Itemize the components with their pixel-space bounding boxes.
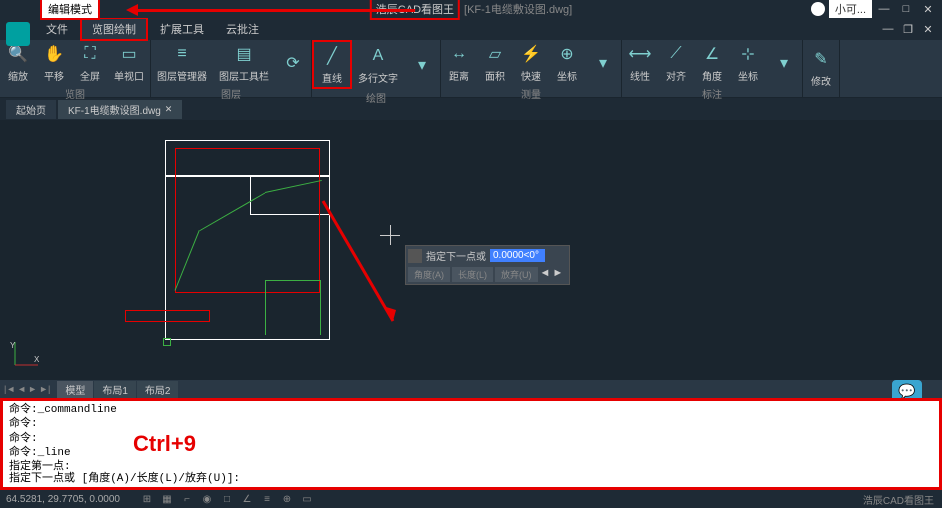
close-button[interactable]: ✕ (922, 3, 934, 16)
user-avatar-icon[interactable] (811, 2, 825, 16)
option-angle[interactable]: 角度(A) (408, 267, 450, 282)
doc-minimize-button[interactable]: — (882, 23, 894, 36)
doc-tab[interactable]: KF-1电缆敷设图.dwg ✕ (58, 100, 182, 119)
command-history-line: 命令:_commandline (9, 403, 933, 417)
ribbon-icon: ⟋ (664, 42, 688, 66)
ribbon-icon: ⟳ (281, 51, 305, 75)
layout-prev-icon[interactable]: ◄ (17, 384, 26, 394)
drawing-content (165, 140, 365, 350)
ribbon-more[interactable]: ▾ (766, 40, 802, 85)
shortcut-overlay: Ctrl+9 (133, 431, 196, 457)
polar-toggle-icon[interactable]: ◉ (200, 492, 214, 506)
ribbon-icon: ⊹ (736, 42, 760, 66)
ribbon-图层工具栏[interactable]: ▤图层工具栏 (213, 40, 275, 85)
ribbon-more[interactable]: ▾ (585, 40, 621, 85)
ribbon-icon: ▱ (483, 42, 507, 66)
prev-icon[interactable]: ◄ (540, 267, 551, 282)
model-toggle-icon[interactable]: ▭ (300, 492, 314, 506)
ribbon-快速[interactable]: ⚡快速 (513, 40, 549, 85)
ribbon-面积[interactable]: ▱面积 (477, 40, 513, 85)
ribbon-坐标[interactable]: ⊹坐标 (730, 40, 766, 85)
ribbon-平移[interactable]: ✋平移 (36, 40, 72, 85)
ribbon-icon: ↔ (447, 42, 471, 66)
ribbon-icon: ╱ (320, 44, 344, 68)
layout-tab-model[interactable]: 模型 (57, 381, 93, 398)
ribbon-图层管理器[interactable]: ≡图层管理器 (151, 40, 213, 85)
app-logo-icon[interactable] (6, 22, 30, 46)
user-name[interactable]: 小可... (829, 0, 872, 18)
ribbon-more[interactable]: ▾ (404, 40, 440, 89)
maximize-button[interactable]: □ (900, 3, 912, 16)
option-undo[interactable]: 放弃(U) (495, 267, 538, 282)
ribbon-全屏[interactable]: ⛶全屏 (72, 40, 108, 85)
crosshair-cursor (380, 225, 400, 245)
pencil-icon (408, 249, 422, 263)
ribbon-more[interactable]: ⟳ (275, 40, 311, 85)
layout-first-icon[interactable]: |◄ (4, 384, 15, 394)
coordinate-input[interactable] (490, 249, 545, 262)
dyn-toggle-icon[interactable]: ⊕ (280, 492, 294, 506)
layout-last-icon[interactable]: ►| (39, 384, 50, 394)
ribbon-icon: ▾ (591, 51, 615, 75)
layout-tab-1[interactable]: 布局1 (94, 381, 136, 398)
osnap-toggle-icon[interactable]: □ (220, 492, 234, 506)
tab-close-icon[interactable]: ✕ (165, 104, 173, 115)
dynamic-input-popup: 指定下一点或 角度(A) 长度(L) 放弃(U) ◄► (405, 245, 570, 285)
ribbon-icon: ⟷ (628, 42, 652, 66)
ribbon-icon: ⛶ (78, 42, 102, 66)
ribbon-修改[interactable]: ✎修改 (803, 40, 839, 95)
ribbon-icon: ▾ (410, 53, 434, 77)
ribbon-icon: ✋ (42, 42, 66, 66)
minimize-button[interactable]: — (878, 3, 890, 16)
ribbon-缩放[interactable]: 🔍缩放 (0, 40, 36, 85)
ribbon-icon: ▭ (117, 42, 141, 66)
ribbon-icon: A (366, 44, 390, 68)
next-icon[interactable]: ► (552, 267, 563, 282)
command-history-line: 命令: (9, 417, 933, 431)
ribbon-icon: ✎ (809, 47, 833, 71)
doc-close-button[interactable]: ✕ (922, 23, 934, 36)
ortho-toggle-icon[interactable]: ⌐ (180, 492, 194, 506)
ribbon-单视口[interactable]: ▭单视口 (108, 40, 150, 85)
otrack-toggle-icon[interactable]: ∠ (240, 492, 254, 506)
snap-toggle-icon[interactable]: ⊞ (140, 492, 154, 506)
ribbon-距离[interactable]: ↔距离 (441, 40, 477, 85)
ribbon-icon: ≡ (170, 42, 194, 66)
ribbon-角度[interactable]: ∠角度 (694, 40, 730, 85)
ribbon-坐标[interactable]: ⊕坐标 (549, 40, 585, 85)
drawing-canvas[interactable]: 指定下一点或 角度(A) 长度(L) 放弃(U) ◄► YX 💬协作 (0, 120, 942, 380)
lweight-toggle-icon[interactable]: ≡ (260, 492, 274, 506)
ribbon-icon: ▤ (232, 42, 256, 66)
ribbon-icon: ▾ (772, 51, 796, 75)
command-prompt: 指定下一点或 [角度(A)/长度(L)/放弃(U)]: (9, 469, 240, 485)
document-name: [KF-1电缆敷设图.dwg] (464, 1, 572, 17)
doc-restore-button[interactable]: ❐ (902, 23, 914, 36)
ribbon-icon: ∠ (700, 42, 724, 66)
ribbon-对齐[interactable]: ⟋对齐 (658, 40, 694, 85)
layout-next-icon[interactable]: ► (28, 384, 37, 394)
command-input[interactable] (244, 469, 933, 485)
doc-tab[interactable]: 起始页 (6, 100, 56, 119)
annotation-arrow (130, 9, 415, 12)
svg-text:X: X (34, 355, 40, 364)
coordinates-readout: 64.5281, 29.7705, 0.0000 (6, 494, 120, 505)
ribbon-多行文字[interactable]: A多行文字 (352, 40, 404, 89)
svg-text:Y: Y (10, 341, 16, 350)
ucs-icon: YX (10, 340, 40, 370)
ribbon-直线[interactable]: ╱直线 (312, 40, 352, 89)
ribbon-线性[interactable]: ⟷线性 (622, 40, 658, 85)
ribbon-icon: ⊕ (555, 42, 579, 66)
menu-file[interactable]: 文件 (36, 19, 78, 39)
edit-mode-badge: 编辑模式 (40, 0, 100, 20)
option-length[interactable]: 长度(L) (452, 267, 493, 282)
ribbon-icon: ⚡ (519, 42, 543, 66)
menu-cloud-annot[interactable]: 云批注 (216, 19, 269, 39)
command-line-panel: 命令:_commandline命令:命令:命令:_line指定第一点: 指定下一… (0, 398, 942, 490)
brand-label: 浩辰CAD看图王 (863, 492, 934, 507)
menu-view-draw[interactable]: 览图绘制 (80, 17, 148, 41)
layout-tab-2[interactable]: 布局2 (137, 381, 179, 398)
grid-toggle-icon[interactable]: ▦ (160, 492, 174, 506)
input-prompt-text: 指定下一点或 (426, 248, 486, 263)
menu-ext-tools[interactable]: 扩展工具 (150, 19, 214, 39)
